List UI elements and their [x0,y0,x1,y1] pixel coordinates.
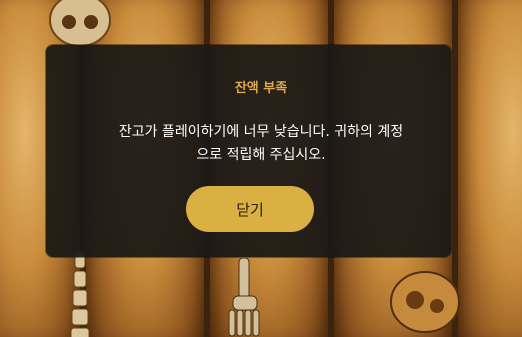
dialog-title: 잔액 부족 [234,81,288,96]
spine-icon [70,251,90,337]
close-button[interactable]: 닫기 [186,186,314,232]
foot-bones-icon [228,258,260,337]
reel-5 [458,0,522,337]
dialog-message-line-2: 으로 적립해 주십시오. [196,147,326,163]
dialog-message: 잔고가 플레이하기에 너무 낮습니다. 귀하의 계정 으로 적립해 주십시오. [70,121,452,167]
dialog-message-line-1: 잔고가 플레이하기에 너무 낮습니다. 귀하의 계정 [118,124,404,140]
hip-bone-icon [390,271,460,333]
